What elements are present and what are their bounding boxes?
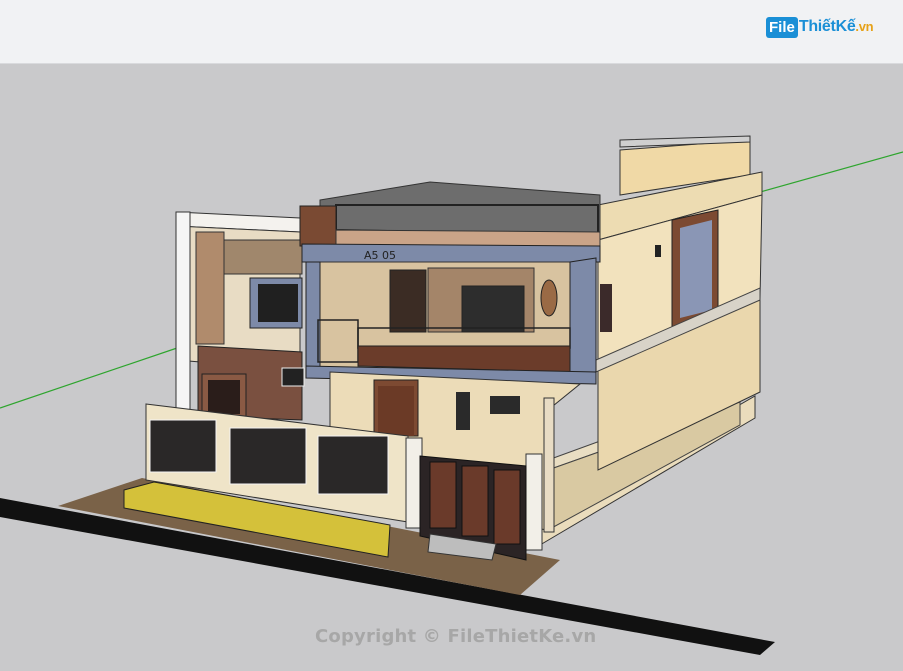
left-stone-panel [195, 231, 225, 345]
green-axis-right [759, 151, 903, 193]
compound-panel-2 [229, 427, 307, 485]
gate-panel-2 [461, 465, 489, 537]
left-upper-window [258, 284, 298, 322]
terrace-wood-block [299, 205, 337, 247]
main-door [378, 386, 414, 436]
front-upper-window [461, 285, 525, 333]
ground-window-1 [456, 392, 470, 430]
compound-panel-1 [149, 419, 217, 473]
gate-panel-3 [493, 469, 521, 545]
facade-sign: A5 05 [364, 249, 396, 262]
porch-column [543, 397, 555, 533]
sketchup-canvas: File ThiếtKế.vn A5 05 Copyright © FileTh… [0, 0, 903, 671]
side-window [600, 284, 612, 332]
right-window-glass [680, 220, 712, 318]
front-roof-fascia [301, 243, 601, 263]
small-window [281, 367, 305, 387]
front-upper-door [389, 269, 427, 333]
compound-panel-3 [317, 435, 389, 495]
gate-panel-1 [429, 461, 457, 529]
left-louvre-panel [223, 239, 303, 275]
gate-pillar-right [525, 453, 543, 551]
left-pillar [175, 211, 191, 413]
ground-window-2 [490, 396, 520, 414]
left-lower-window [208, 380, 240, 414]
house-model-scene[interactable]: A5 05 [0, 0, 903, 671]
front-right-frame [569, 257, 597, 385]
wall-light [655, 245, 661, 257]
terrace-band [335, 229, 601, 247]
green-axis-left [0, 346, 181, 409]
watermark-copyright: Copyright © FileThietKe.vn [315, 626, 597, 647]
round-window [540, 279, 558, 317]
